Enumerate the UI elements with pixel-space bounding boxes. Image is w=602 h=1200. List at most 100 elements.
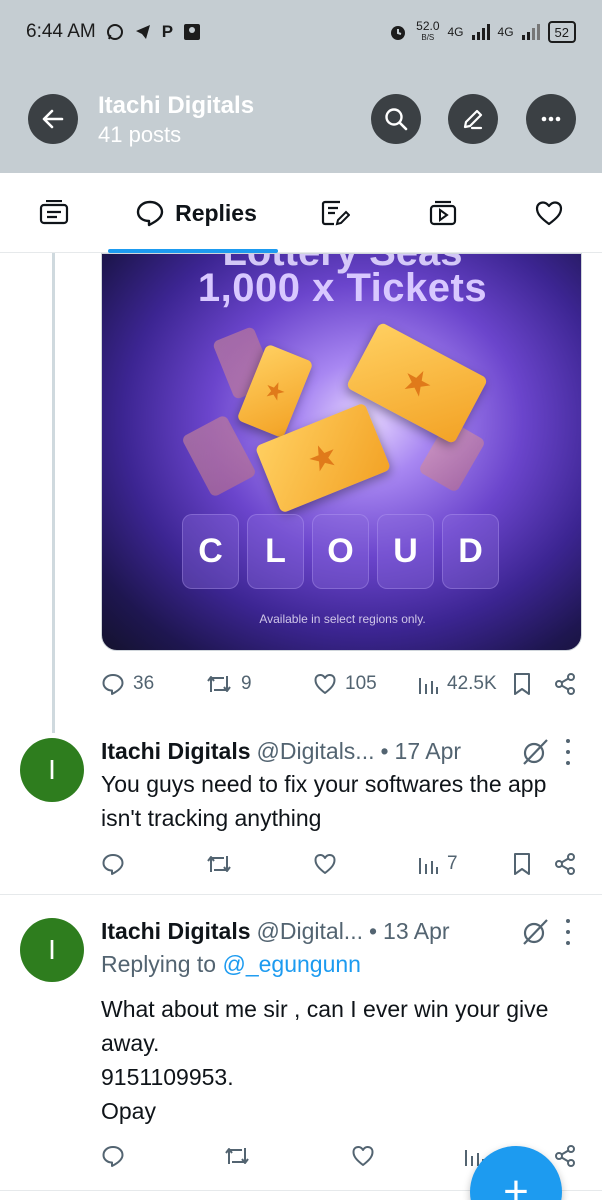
reply-count: 36 — [133, 673, 155, 694]
view-count: 7 — [447, 853, 458, 874]
view-count: 42.5K — [447, 673, 497, 694]
letter-tile: U — [377, 514, 434, 589]
grok-button[interactable] — [520, 917, 550, 952]
views-button[interactable]: 42.5K — [417, 664, 497, 704]
heart-icon — [352, 1146, 374, 1166]
tweet-text-line: What about me sir , can I ever win your … — [101, 996, 549, 1056]
like-button[interactable]: 105 — [313, 664, 377, 704]
author-handle[interactable]: @Digital... — [257, 918, 363, 945]
network-speed-unit: B/S — [421, 33, 435, 42]
repost-button[interactable] — [205, 844, 233, 884]
tweet-header: Itachi Digitals @Digitals... • 17 Apr — [101, 736, 461, 766]
replying-to-handle[interactable]: @_egungunn — [222, 951, 360, 977]
reply-button[interactable]: 36 — [101, 664, 154, 704]
profile-title-block: Itachi Digitals 41 posts — [98, 92, 254, 148]
tweet-date[interactable]: 17 Apr — [395, 738, 462, 765]
signal-icon-2 — [521, 24, 540, 40]
telegram-icon — [134, 23, 152, 41]
reply-button[interactable] — [101, 1136, 125, 1176]
views-button[interactable]: 7 — [417, 844, 458, 884]
article-edit-icon — [321, 200, 350, 226]
letter-tile: L — [247, 514, 304, 589]
network-speed-value: 52.0 — [416, 19, 440, 33]
tweet-date[interactable]: 13 Apr — [383, 918, 450, 945]
tab-media[interactable] — [418, 173, 468, 253]
repost-icon — [225, 1148, 249, 1164]
gallery-icon — [183, 23, 201, 41]
grok-icon — [523, 919, 548, 945]
back-button[interactable] — [28, 94, 78, 144]
tab-replies-label: Replies — [175, 199, 257, 226]
tab-likes[interactable] — [524, 173, 574, 253]
separator-dot: • — [368, 917, 378, 944]
avatar[interactable]: I — [20, 738, 84, 802]
author-handle[interactable]: @Digitals... — [257, 738, 375, 765]
tweet-text-line: Opay — [101, 1098, 156, 1124]
author-name[interactable]: Itachi Digitals — [101, 738, 251, 765]
tweet-divider — [0, 894, 602, 895]
arrow-left-icon — [42, 109, 64, 129]
network-type-2: 4G — [497, 25, 514, 39]
tweet-more-button[interactable] — [564, 919, 572, 945]
battery-indicator: 52 — [547, 21, 576, 43]
repost-count: 9 — [241, 673, 252, 694]
repost-button[interactable] — [223, 1136, 251, 1176]
share-icon — [555, 673, 575, 695]
p-app-icon: P — [161, 22, 174, 41]
network-speed: 52.0 B/S — [416, 19, 440, 43]
share-icon — [555, 1145, 575, 1167]
search-button[interactable] — [371, 94, 421, 144]
edit-button[interactable] — [448, 94, 498, 144]
share-button[interactable] — [553, 844, 577, 884]
post-count: 41 posts — [98, 122, 182, 147]
heart-icon — [535, 201, 563, 226]
tab-posts[interactable] — [26, 173, 82, 253]
replying-to: Replying to @_egungunn — [101, 951, 361, 978]
tweet-actions: 7 — [101, 844, 582, 884]
thread-connector — [52, 253, 55, 733]
grok-icon — [523, 739, 548, 765]
letter-tile: O — [312, 514, 369, 589]
pencil-icon — [463, 109, 483, 130]
like-button[interactable] — [313, 844, 337, 884]
share-button[interactable] — [553, 664, 577, 704]
more-button[interactable] — [526, 94, 576, 144]
profile-tabs: Replies — [0, 173, 602, 253]
search-icon — [385, 108, 408, 131]
bookmark-button[interactable] — [511, 844, 533, 884]
tweet-text: You guys need to fix your softwares the … — [101, 771, 547, 831]
post-media-image[interactable]: Lottery Seas 1,000 x Tickets ★ ★ ★ C L O… — [101, 253, 582, 651]
reply-button[interactable] — [101, 844, 125, 884]
profile-app-bar: Itachi Digitals 41 posts — [0, 64, 602, 173]
video-play-icon — [429, 200, 457, 226]
cloud-letter-tiles: C L O U D — [182, 514, 499, 589]
letter-tile: D — [442, 514, 499, 589]
signal-icon — [471, 24, 490, 40]
repost-button[interactable]: 9 — [205, 664, 252, 704]
repost-icon — [207, 676, 231, 692]
reply-icon — [102, 674, 124, 695]
avatar[interactable]: I — [20, 918, 84, 982]
status-time: 6:44 AM — [26, 21, 96, 42]
letter-tile: C — [182, 514, 239, 589]
tweet-more-button[interactable] — [564, 739, 572, 765]
alarm-icon — [388, 22, 408, 42]
network-type-1: 4G — [447, 25, 464, 39]
heart-icon — [314, 854, 336, 874]
media-headline: 1,000 x Tickets — [197, 266, 488, 310]
tweet-text: What about me sir , can I ever win your … — [101, 992, 571, 1128]
replying-to-prefix: Replying to — [101, 951, 217, 977]
views-chart-icon — [419, 678, 438, 694]
like-button[interactable] — [351, 1136, 375, 1176]
heart-icon — [314, 674, 336, 694]
media-availability-note: Available in select regions only. — [259, 612, 426, 626]
separator-dot: • — [380, 737, 389, 764]
ellipsis-icon — [541, 116, 561, 122]
tab-highlights[interactable] — [310, 173, 360, 253]
status-bar: 6:44 AM P 52.0 B/S 4G 4G 52 — [0, 0, 602, 64]
bookmark-button[interactable] — [511, 664, 533, 704]
tab-replies[interactable]: Replies — [126, 173, 266, 253]
author-name[interactable]: Itachi Digitals — [101, 918, 251, 945]
tweet-text-line: 9151109953. — [101, 1064, 234, 1090]
post-actions: 36 9 105 42.5K — [101, 664, 582, 704]
